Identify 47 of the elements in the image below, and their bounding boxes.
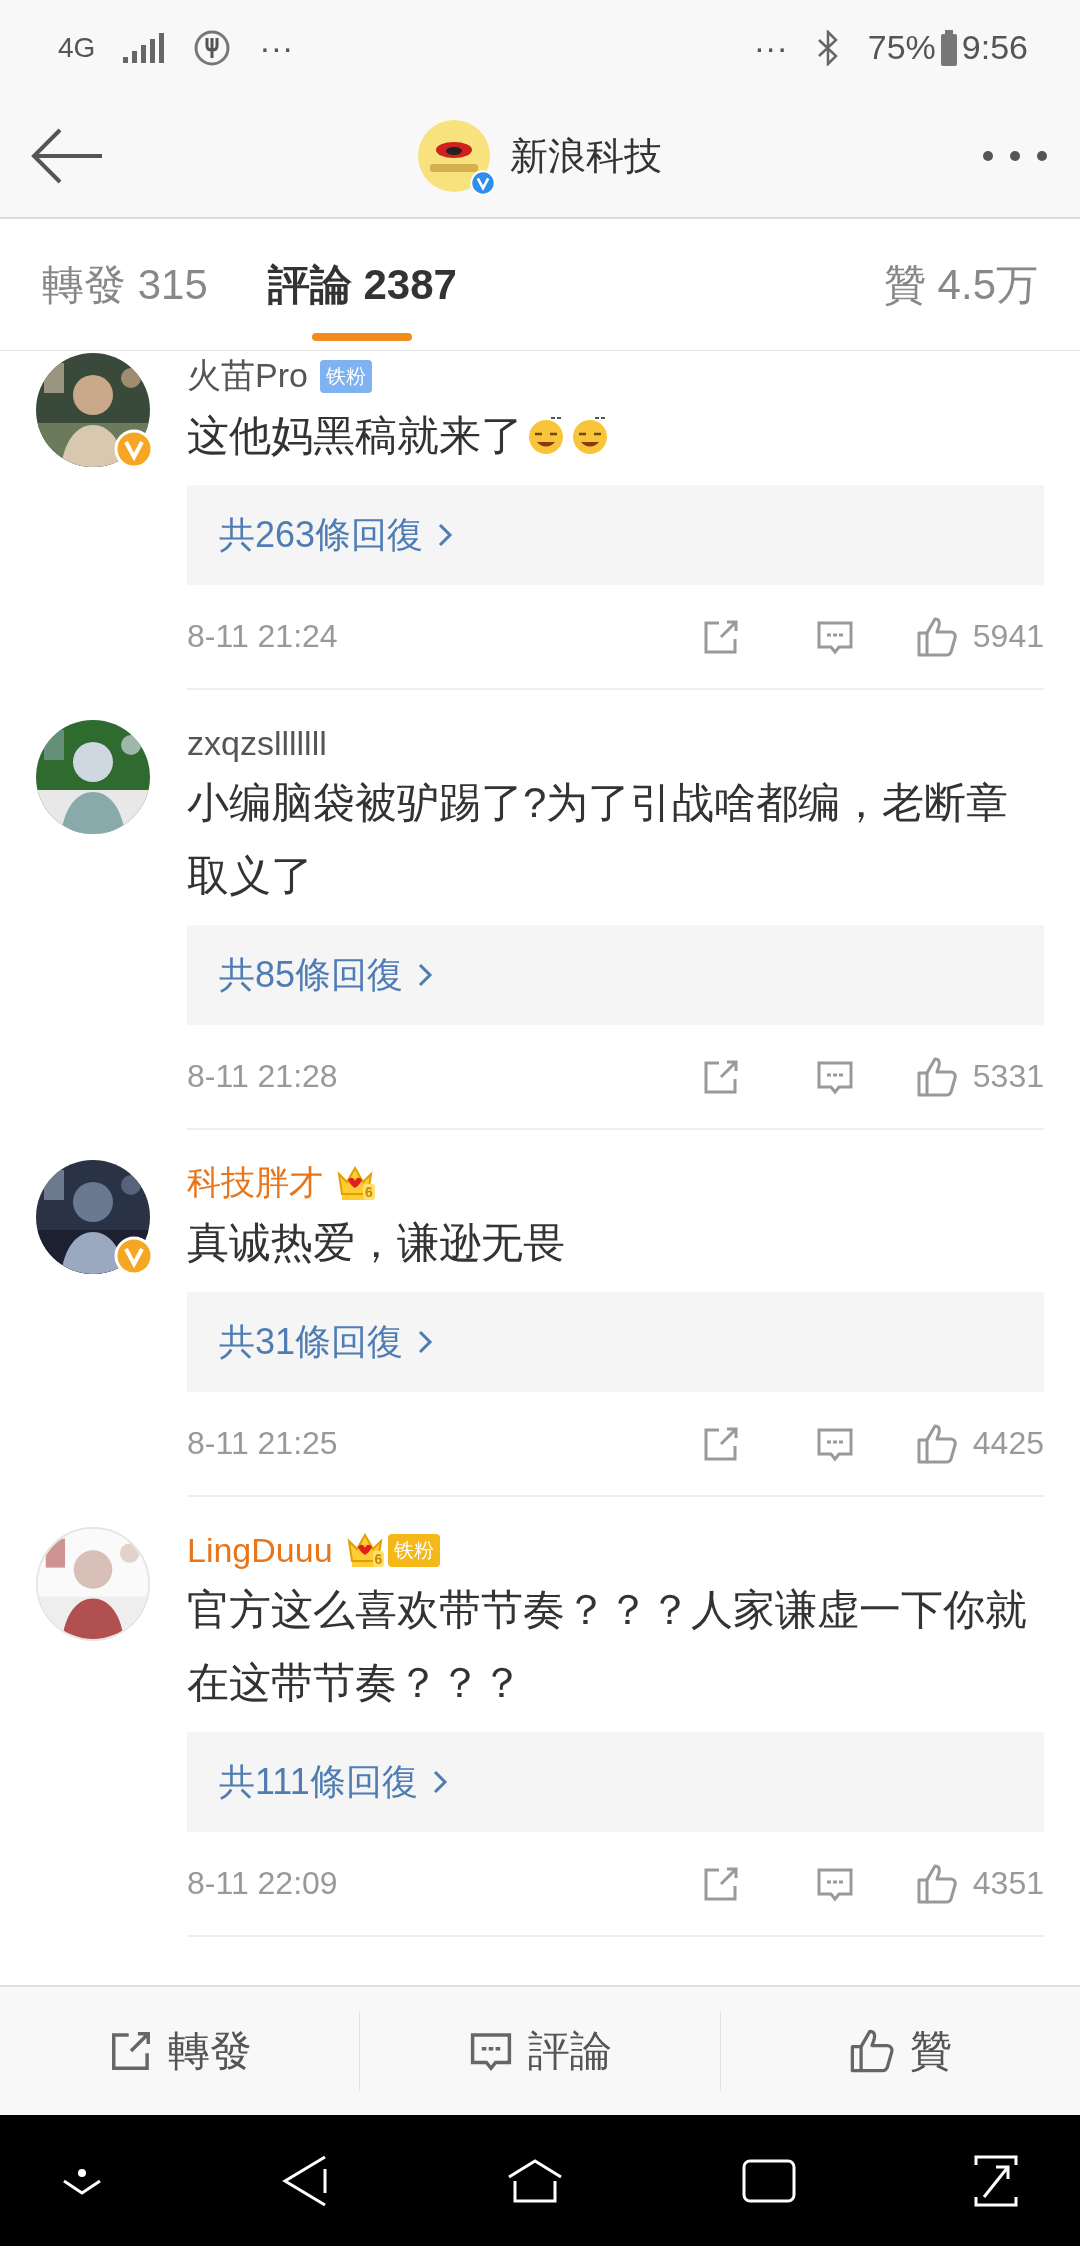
like-button[interactable]: 4351 — [914, 1861, 1044, 1906]
fan-badge: 铁粉 — [388, 1533, 441, 1567]
replies-link[interactable]: 共31條回復 — [187, 1292, 1044, 1392]
more-indicator: ··· — [259, 28, 294, 67]
signal-icon — [123, 32, 166, 63]
like-button[interactable]: 5941 — [914, 614, 1044, 659]
timestamp: 8-11 21:24 — [187, 618, 338, 655]
username[interactable]: zxqzslllllll — [187, 723, 327, 763]
comment-text: 这他妈黑稿就来了 — [187, 412, 523, 459]
replies-link[interactable]: 共85條回復 — [187, 925, 1044, 1025]
tab[interactable]: 轉發 315 — [42, 246, 208, 323]
thumbs-up-icon — [848, 2027, 897, 2075]
level-badge: 6 — [363, 1184, 375, 1200]
battery-icon — [939, 29, 958, 66]
comment-text: 官方这么喜欢带节奏？？？人家谦虚一下你就在这带节奏？？？ — [187, 1586, 1027, 1706]
timestamp: 8-11 21:25 — [187, 1425, 338, 1462]
timestamp: 8-11 21:28 — [187, 1058, 338, 1095]
more-button[interactable] — [980, 148, 1050, 164]
replies-link[interactable]: 共263條回復 — [187, 485, 1044, 585]
like-button[interactable]: 贊 — [719, 2011, 1080, 2091]
fan-badge: 铁粉 — [319, 359, 372, 393]
username[interactable]: 火苗Pro — [187, 353, 308, 399]
repost-button[interactable]: 轉發 — [0, 2011, 360, 2091]
battery-level: 75% — [867, 28, 936, 67]
more-indicator: ··· — [753, 28, 788, 67]
comment-text: 真诚热爱，谦逊无畏 — [187, 1219, 565, 1266]
recent-apps-button[interactable] — [741, 2158, 796, 2203]
like-button[interactable]: 4425 — [914, 1421, 1044, 1466]
network-indicator: 4G — [58, 31, 96, 64]
like-button[interactable]: 5331 — [914, 1054, 1044, 1099]
replies-link[interactable]: 共111條回復 — [187, 1732, 1044, 1832]
back-nav-button[interactable] — [280, 2154, 329, 2207]
username[interactable]: LingDuuu — [187, 1530, 333, 1570]
logo — [418, 120, 490, 192]
chevron-icon — [417, 961, 434, 989]
clock: 9:56 — [961, 28, 1028, 67]
chevron-icon — [437, 521, 454, 549]
account-title: 新浪科技 — [510, 133, 662, 179]
comment-button[interactable]: 評論 — [359, 2011, 720, 2091]
chevron-icon — [431, 1768, 448, 1796]
chevron-icon — [417, 1328, 434, 1356]
comment-text: 小编脑袋被驴踢了?为了引战啥都编，老断章取义了 — [187, 779, 1009, 899]
utensils-icon — [193, 28, 232, 67]
timestamp: 8-11 22:09 — [187, 1865, 338, 1902]
tab[interactable]: 贊 4.5万 — [883, 246, 1038, 323]
username[interactable]: 科技胖才 — [187, 1160, 323, 1206]
tab[interactable]: 評論 2387 — [267, 246, 457, 323]
